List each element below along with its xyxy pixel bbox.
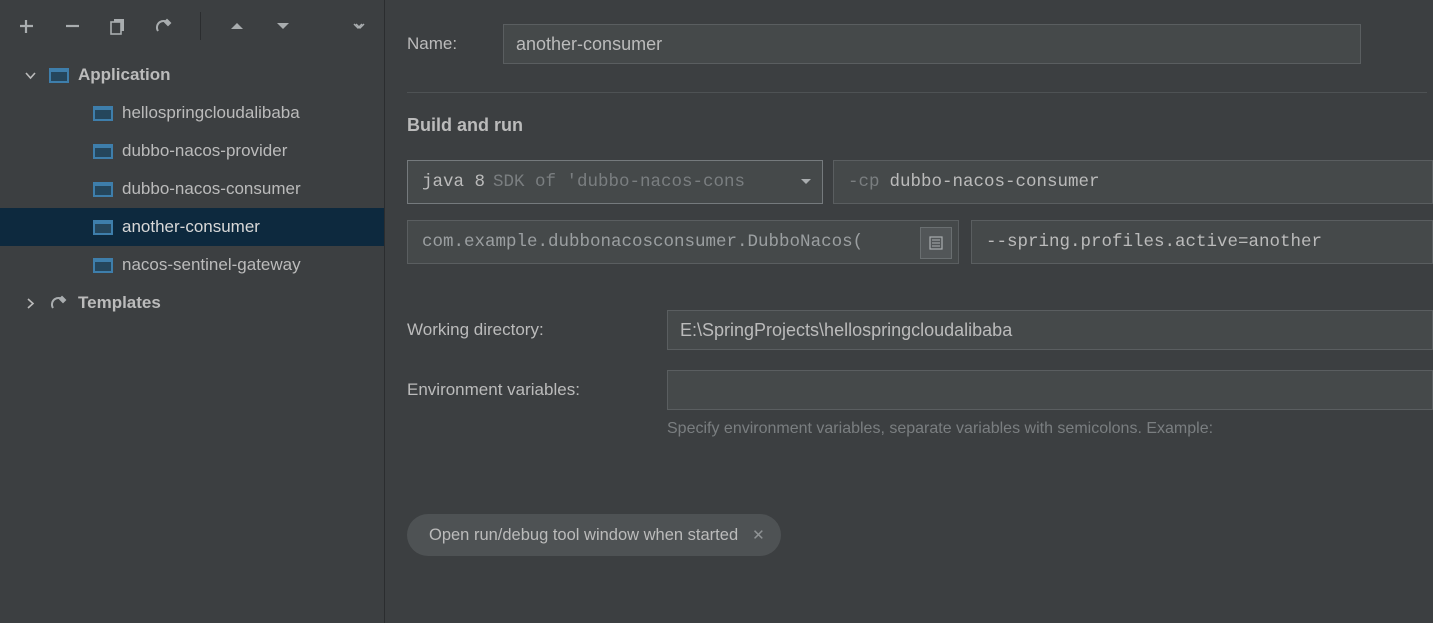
sdk-detail: SDK of 'dubbo-nacos-cons <box>493 172 745 192</box>
wrench-icon <box>48 295 70 311</box>
more-actions-button[interactable] <box>346 14 370 38</box>
toolbar-separator <box>200 12 201 40</box>
name-label: Name: <box>407 34 503 54</box>
env-vars-input[interactable] <box>667 370 1433 410</box>
dropdown-caret-icon <box>800 178 812 186</box>
move-down-button[interactable] <box>271 14 295 38</box>
move-up-button[interactable] <box>225 14 249 38</box>
add-config-button[interactable] <box>14 14 38 38</box>
tree-item-label: dubbo-nacos-provider <box>122 141 287 161</box>
tree-item-label: hellospringcloudalibaba <box>122 103 300 123</box>
tree-item[interactable]: another-consumer <box>0 208 384 246</box>
edit-templates-button[interactable] <box>152 14 176 38</box>
tree-item-label: dubbo-nacos-consumer <box>122 179 301 199</box>
chip-label: Open run/debug tool window when started <box>429 526 738 545</box>
tree-item[interactable]: hellospringcloudalibaba <box>0 94 384 132</box>
working-dir-input[interactable] <box>667 310 1433 350</box>
tree-group-label: Templates <box>78 293 161 313</box>
sidebar-toolbar <box>0 0 384 52</box>
copy-config-button[interactable] <box>106 14 130 38</box>
open-tool-window-chip[interactable]: Open run/debug tool window when started … <box>407 514 781 556</box>
application-icon <box>48 67 70 83</box>
working-dir-label: Working directory: <box>407 310 667 340</box>
remove-config-button[interactable] <box>60 14 84 38</box>
program-arguments-value: --spring.profiles.active=another <box>986 232 1322 252</box>
sdk-selector[interactable]: java 8 SDK of 'dubbo-nacos-cons <box>407 160 823 204</box>
config-form: Name: Build and run java 8 SDK of 'dubbo… <box>385 0 1433 623</box>
application-icon <box>92 181 114 197</box>
config-sidebar: Application hellospringcloudalibaba dubbo-… <box>0 0 385 623</box>
classpath-module: dubbo-nacos-consumer <box>890 172 1100 192</box>
tree-group-application[interactable]: Application <box>0 56 384 94</box>
main-class-field[interactable]: com.example.dubbonacosconsumer.DubboNaco… <box>407 220 959 264</box>
build-run-heading: Build and run <box>407 115 1433 136</box>
chevron-down-icon <box>22 67 38 83</box>
sdk-name: java 8 <box>422 172 485 192</box>
tree-group-templates[interactable]: Templates <box>0 284 384 322</box>
tree-group-label: Application <box>78 65 171 85</box>
program-arguments-field[interactable]: --spring.profiles.active=another <box>971 220 1433 264</box>
tree-item[interactable]: dubbo-nacos-consumer <box>0 170 384 208</box>
tree-item[interactable]: nacos-sentinel-gateway <box>0 246 384 284</box>
application-icon <box>92 105 114 121</box>
browse-class-button[interactable] <box>920 227 952 259</box>
application-icon <box>92 257 114 273</box>
chevron-right-icon <box>22 295 38 311</box>
classpath-box[interactable]: -cp dubbo-nacos-consumer <box>833 160 1433 204</box>
tree-item[interactable]: dubbo-nacos-provider <box>0 132 384 170</box>
main-class-value: com.example.dubbonacosconsumer.DubboNaco… <box>422 232 863 252</box>
section-divider <box>407 92 1427 93</box>
tree-item-label: another-consumer <box>122 217 260 237</box>
env-vars-label: Environment variables: <box>407 370 667 400</box>
classpath-prefix: -cp <box>848 172 880 192</box>
application-icon <box>92 143 114 159</box>
env-vars-hint: Specify environment variables, separate … <box>667 420 1433 438</box>
name-input[interactable] <box>503 24 1361 64</box>
config-tree: Application hellospringcloudalibaba dubbo-… <box>0 52 384 623</box>
application-icon <box>92 219 114 235</box>
remove-chip-icon[interactable]: ✕ <box>752 526 765 544</box>
tree-item-label: nacos-sentinel-gateway <box>122 255 301 275</box>
